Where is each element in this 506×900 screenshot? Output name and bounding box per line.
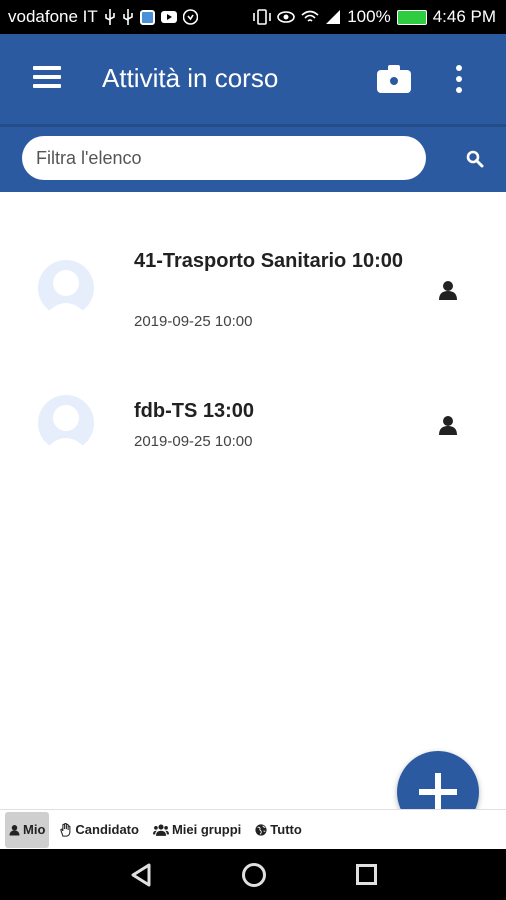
recent-apps-button[interactable] bbox=[356, 864, 377, 885]
home-button[interactable] bbox=[242, 863, 266, 887]
tab-label: Candidato bbox=[75, 822, 139, 837]
carrier-label: vodafone IT bbox=[8, 7, 98, 26]
toolbar: Attività in corso bbox=[0, 34, 506, 124]
user-icon bbox=[9, 824, 20, 835]
tab-miei-gruppi[interactable]: Miei gruppi bbox=[149, 812, 245, 848]
menu-icon-line bbox=[33, 75, 61, 79]
status-right: 100% 4:46 PM bbox=[253, 7, 496, 27]
globe-icon bbox=[255, 823, 267, 836]
tab-candidato[interactable]: Candidato bbox=[55, 812, 143, 848]
clock: 4:46 PM bbox=[432, 7, 496, 26]
item-title: fdb-TS 13:00 bbox=[134, 400, 255, 422]
tab-mio[interactable]: Mio bbox=[5, 811, 50, 848]
menu-button[interactable] bbox=[33, 66, 61, 90]
search-input[interactable] bbox=[22, 136, 426, 180]
usb-icon-2 bbox=[122, 9, 134, 25]
battery-percent: 100% bbox=[347, 7, 391, 26]
filter-tabs: Mio Candidato Miei gruppi Tutto bbox=[0, 809, 506, 849]
app-bar: Attività in corso bbox=[0, 34, 506, 192]
wifi-icon bbox=[301, 10, 319, 24]
list-item[interactable]: fdb-TS 13:00 2019-09-25 10:00 bbox=[0, 382, 506, 502]
page-title: Attività in corso bbox=[102, 63, 279, 93]
vibrate-icon bbox=[253, 9, 272, 25]
status-left: vodafone IT bbox=[8, 7, 198, 27]
menu-icon-line bbox=[33, 84, 61, 88]
item-date: 2019-09-25 10:00 bbox=[134, 433, 253, 450]
list-item[interactable]: 41-Trasporto Sanitario 10:00 2019-09-25 … bbox=[0, 242, 506, 362]
group-icon bbox=[152, 824, 169, 836]
item-date: 2019-09-25 10:00 bbox=[134, 313, 253, 330]
tab-label: Mio bbox=[23, 822, 46, 837]
back-triangle-icon bbox=[131, 863, 151, 887]
battery-icon bbox=[396, 9, 427, 25]
tab-label: Miei gruppi bbox=[171, 822, 242, 837]
tab-label: Tutto bbox=[270, 822, 302, 837]
camera-button[interactable] bbox=[377, 65, 411, 93]
tab-tutto[interactable]: Tutto bbox=[251, 812, 306, 848]
app-bar-divider bbox=[0, 124, 506, 127]
item-title: 41-Trasporto Sanitario 10:00 bbox=[134, 250, 403, 272]
back-button[interactable] bbox=[130, 863, 152, 887]
navigation-bar bbox=[0, 849, 506, 900]
more-vert-icon bbox=[456, 65, 462, 71]
hand-icon bbox=[60, 822, 71, 837]
shield-icon bbox=[182, 9, 198, 25]
more-options-button[interactable] bbox=[452, 65, 466, 93]
usb-icon bbox=[104, 9, 116, 25]
avatar bbox=[36, 260, 96, 316]
menu-icon-line bbox=[33, 66, 61, 70]
avatar bbox=[36, 395, 96, 451]
search-button[interactable] bbox=[466, 150, 484, 168]
search-icon bbox=[466, 150, 484, 168]
youtube-icon bbox=[160, 10, 177, 24]
app-notification-icon bbox=[139, 9, 155, 25]
user-icon bbox=[438, 280, 458, 300]
user-icon bbox=[438, 415, 458, 435]
status-bar: vodafone IT 100% 4:46 PM bbox=[0, 0, 506, 34]
eye-icon bbox=[277, 10, 296, 24]
signal-icon bbox=[325, 10, 341, 24]
